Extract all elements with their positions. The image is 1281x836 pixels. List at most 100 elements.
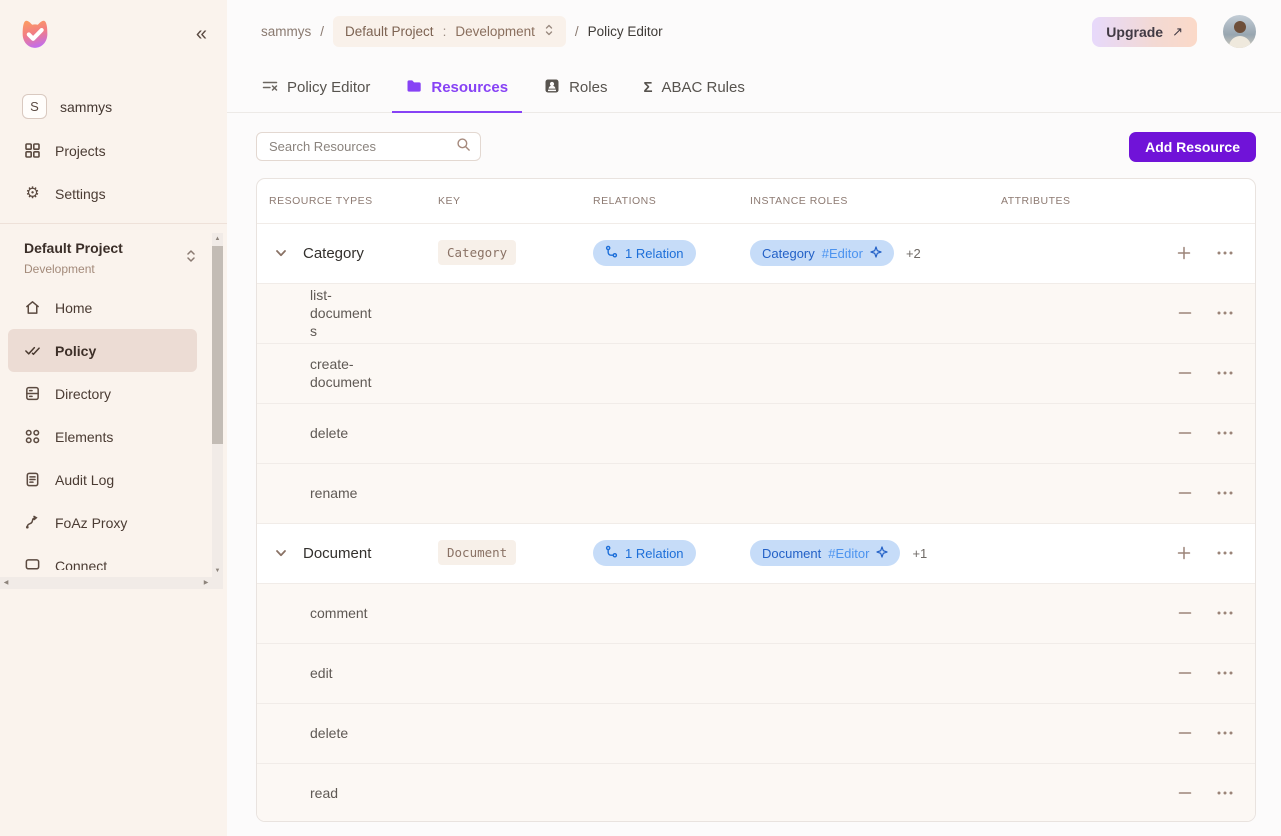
row-menu-icon[interactable] <box>1217 311 1233 315</box>
extra-roles-count[interactable]: +1 <box>912 546 927 561</box>
role-resource-part: Category <box>762 246 815 261</box>
sidebar-item-label: Audit Log <box>55 472 114 488</box>
add-action-icon[interactable] <box>1176 545 1192 561</box>
project-environment-selector[interactable]: Default Project Development <box>8 240 197 276</box>
scroll-up-arrow-icon[interactable]: ▲ <box>212 233 223 245</box>
remove-action-icon[interactable] <box>1178 491 1192 495</box>
directory-icon <box>24 385 41 402</box>
sidebar-item-directory[interactable]: Directory <box>8 372 197 415</box>
sidebar-item-label: Settings <box>55 186 106 202</box>
double-check-icon <box>24 342 41 359</box>
action-name: delete <box>269 724 373 742</box>
relation-icon <box>605 545 618 561</box>
sidebar: « S sammys Projects ⚙ Settings Default P… <box>0 0 227 836</box>
tab-policy-editor[interactable]: Policy Editor <box>262 64 370 112</box>
row-menu-icon[interactable] <box>1217 551 1233 555</box>
sidebar-item-label: Projects <box>55 143 106 159</box>
chevron-down-icon[interactable] <box>274 246 288 260</box>
sidebar-nav-scroll-area: Default Project Development Home <box>0 224 227 570</box>
chevron-down-icon[interactable] <box>274 546 288 560</box>
tab-resources[interactable]: Resources <box>406 64 508 112</box>
row-menu-icon[interactable] <box>1217 431 1233 435</box>
sidebar-item-projects[interactable]: Projects <box>0 129 227 172</box>
sidebar-item-policy[interactable]: Policy <box>8 329 197 372</box>
resources-table: RESOURCE TYPES KEY RELATIONS INSTANCE RO… <box>256 178 1256 822</box>
folder-icon <box>406 78 422 98</box>
extra-roles-count[interactable]: +2 <box>906 246 921 261</box>
row-menu-icon[interactable] <box>1217 731 1233 735</box>
remove-action-icon[interactable] <box>1178 431 1192 435</box>
remove-action-icon[interactable] <box>1178 791 1192 795</box>
role-resource-part: Document <box>762 546 821 561</box>
sidebar-item-label: Elements <box>55 429 113 445</box>
row-menu-icon[interactable] <box>1217 611 1233 615</box>
row-menu-icon[interactable] <box>1217 671 1233 675</box>
search-icon <box>456 137 471 157</box>
action-name: list-documents <box>269 286 373 341</box>
sidebar-item-label: FoAz Proxy <box>55 515 127 531</box>
sidebar-item-settings[interactable]: ⚙ Settings <box>0 172 227 215</box>
scroll-down-arrow-icon[interactable]: ▼ <box>212 565 223 577</box>
environment-name: Development <box>24 262 123 276</box>
row-menu-icon[interactable] <box>1217 371 1233 375</box>
breadcrumb-project-env-selector[interactable]: Default Project : Development <box>333 16 566 47</box>
sidebar-collapse-icon[interactable]: « <box>196 24 205 44</box>
sidebar-item-audit-log[interactable]: Audit Log <box>8 458 197 501</box>
permit-logo-icon[interactable] <box>16 16 54 54</box>
sidebar-item-foaz-proxy[interactable]: FoAz Proxy <box>8 501 197 544</box>
resource-key-badge: Document <box>438 540 516 565</box>
remove-action-icon[interactable] <box>1178 731 1192 735</box>
sidebar-horizontal-scrollbar[interactable]: ◀ ▶ <box>0 577 212 589</box>
relations-label: 1 Relation <box>625 246 684 261</box>
table-header-row: RESOURCE TYPES KEY RELATIONS INSTANCE RO… <box>257 179 1255 223</box>
breadcrumb-org[interactable]: sammys <box>261 24 311 39</box>
tab-bar: Policy Editor Resources Roles Σ <box>227 64 1281 113</box>
add-resource-button[interactable]: Add Resource <box>1129 132 1256 162</box>
row-menu-icon[interactable] <box>1217 491 1233 495</box>
resource-name: Document <box>303 545 371 562</box>
instance-role-pill[interactable]: Document #Editor <box>750 540 900 566</box>
roles-badge-icon <box>544 78 560 98</box>
table-row-action: rename <box>257 463 1255 523</box>
sidebar-vertical-scrollbar[interactable]: ▲ ▼ <box>212 233 223 589</box>
audit-log-icon <box>24 471 41 488</box>
column-header-attributes: ATTRIBUTES <box>1001 195 1135 207</box>
sidebar-item-home[interactable]: Home <box>8 286 197 329</box>
upgrade-button[interactable]: Upgrade ↗ <box>1092 17 1197 47</box>
column-header-instance-roles: INSTANCE ROLES <box>750 195 1001 207</box>
search-input[interactable] <box>267 138 456 155</box>
table-row-action: delete <box>257 403 1255 463</box>
scrollbar-thumb[interactable] <box>212 246 223 444</box>
breadcrumb-separator: / <box>575 24 579 39</box>
sidebar-item-connect[interactable]: Connect <box>8 544 197 570</box>
table-row-action: comment <box>257 583 1255 643</box>
relations-pill[interactable]: 1 Relation <box>593 540 696 566</box>
org-switcher[interactable]: S sammys <box>22 94 227 119</box>
relations-pill[interactable]: 1 Relation <box>593 240 696 266</box>
table-row-action: edit <box>257 643 1255 703</box>
column-header-resource-types: RESOURCE TYPES <box>269 195 438 207</box>
action-name: comment <box>269 604 373 622</box>
remove-action-icon[interactable] <box>1178 611 1192 615</box>
remove-action-icon[interactable] <box>1178 311 1192 315</box>
action-name: delete <box>269 424 373 442</box>
table-row-action: list-documents <box>257 283 1255 343</box>
proxy-path-icon <box>24 514 41 531</box>
row-menu-icon[interactable] <box>1217 251 1233 255</box>
tab-roles[interactable]: Roles <box>544 64 607 112</box>
scroll-right-arrow-icon[interactable]: ▶ <box>200 577 212 589</box>
user-avatar[interactable] <box>1223 15 1256 48</box>
action-name: create-document <box>269 355 373 391</box>
instance-role-pill[interactable]: Category#Editor <box>750 240 894 266</box>
add-action-icon[interactable] <box>1176 245 1192 261</box>
remove-action-icon[interactable] <box>1178 371 1192 375</box>
resource-name: Category <box>303 245 364 262</box>
role-name-part: #Editor <box>828 546 869 561</box>
scroll-left-arrow-icon[interactable]: ◀ <box>0 577 12 589</box>
row-menu-icon[interactable] <box>1217 791 1233 795</box>
tab-abac-rules[interactable]: Σ ABAC Rules <box>643 64 744 112</box>
upgrade-label: Upgrade <box>1106 24 1163 40</box>
sidebar-item-elements[interactable]: Elements <box>8 415 197 458</box>
search-box[interactable] <box>256 132 481 161</box>
remove-action-icon[interactable] <box>1178 671 1192 675</box>
